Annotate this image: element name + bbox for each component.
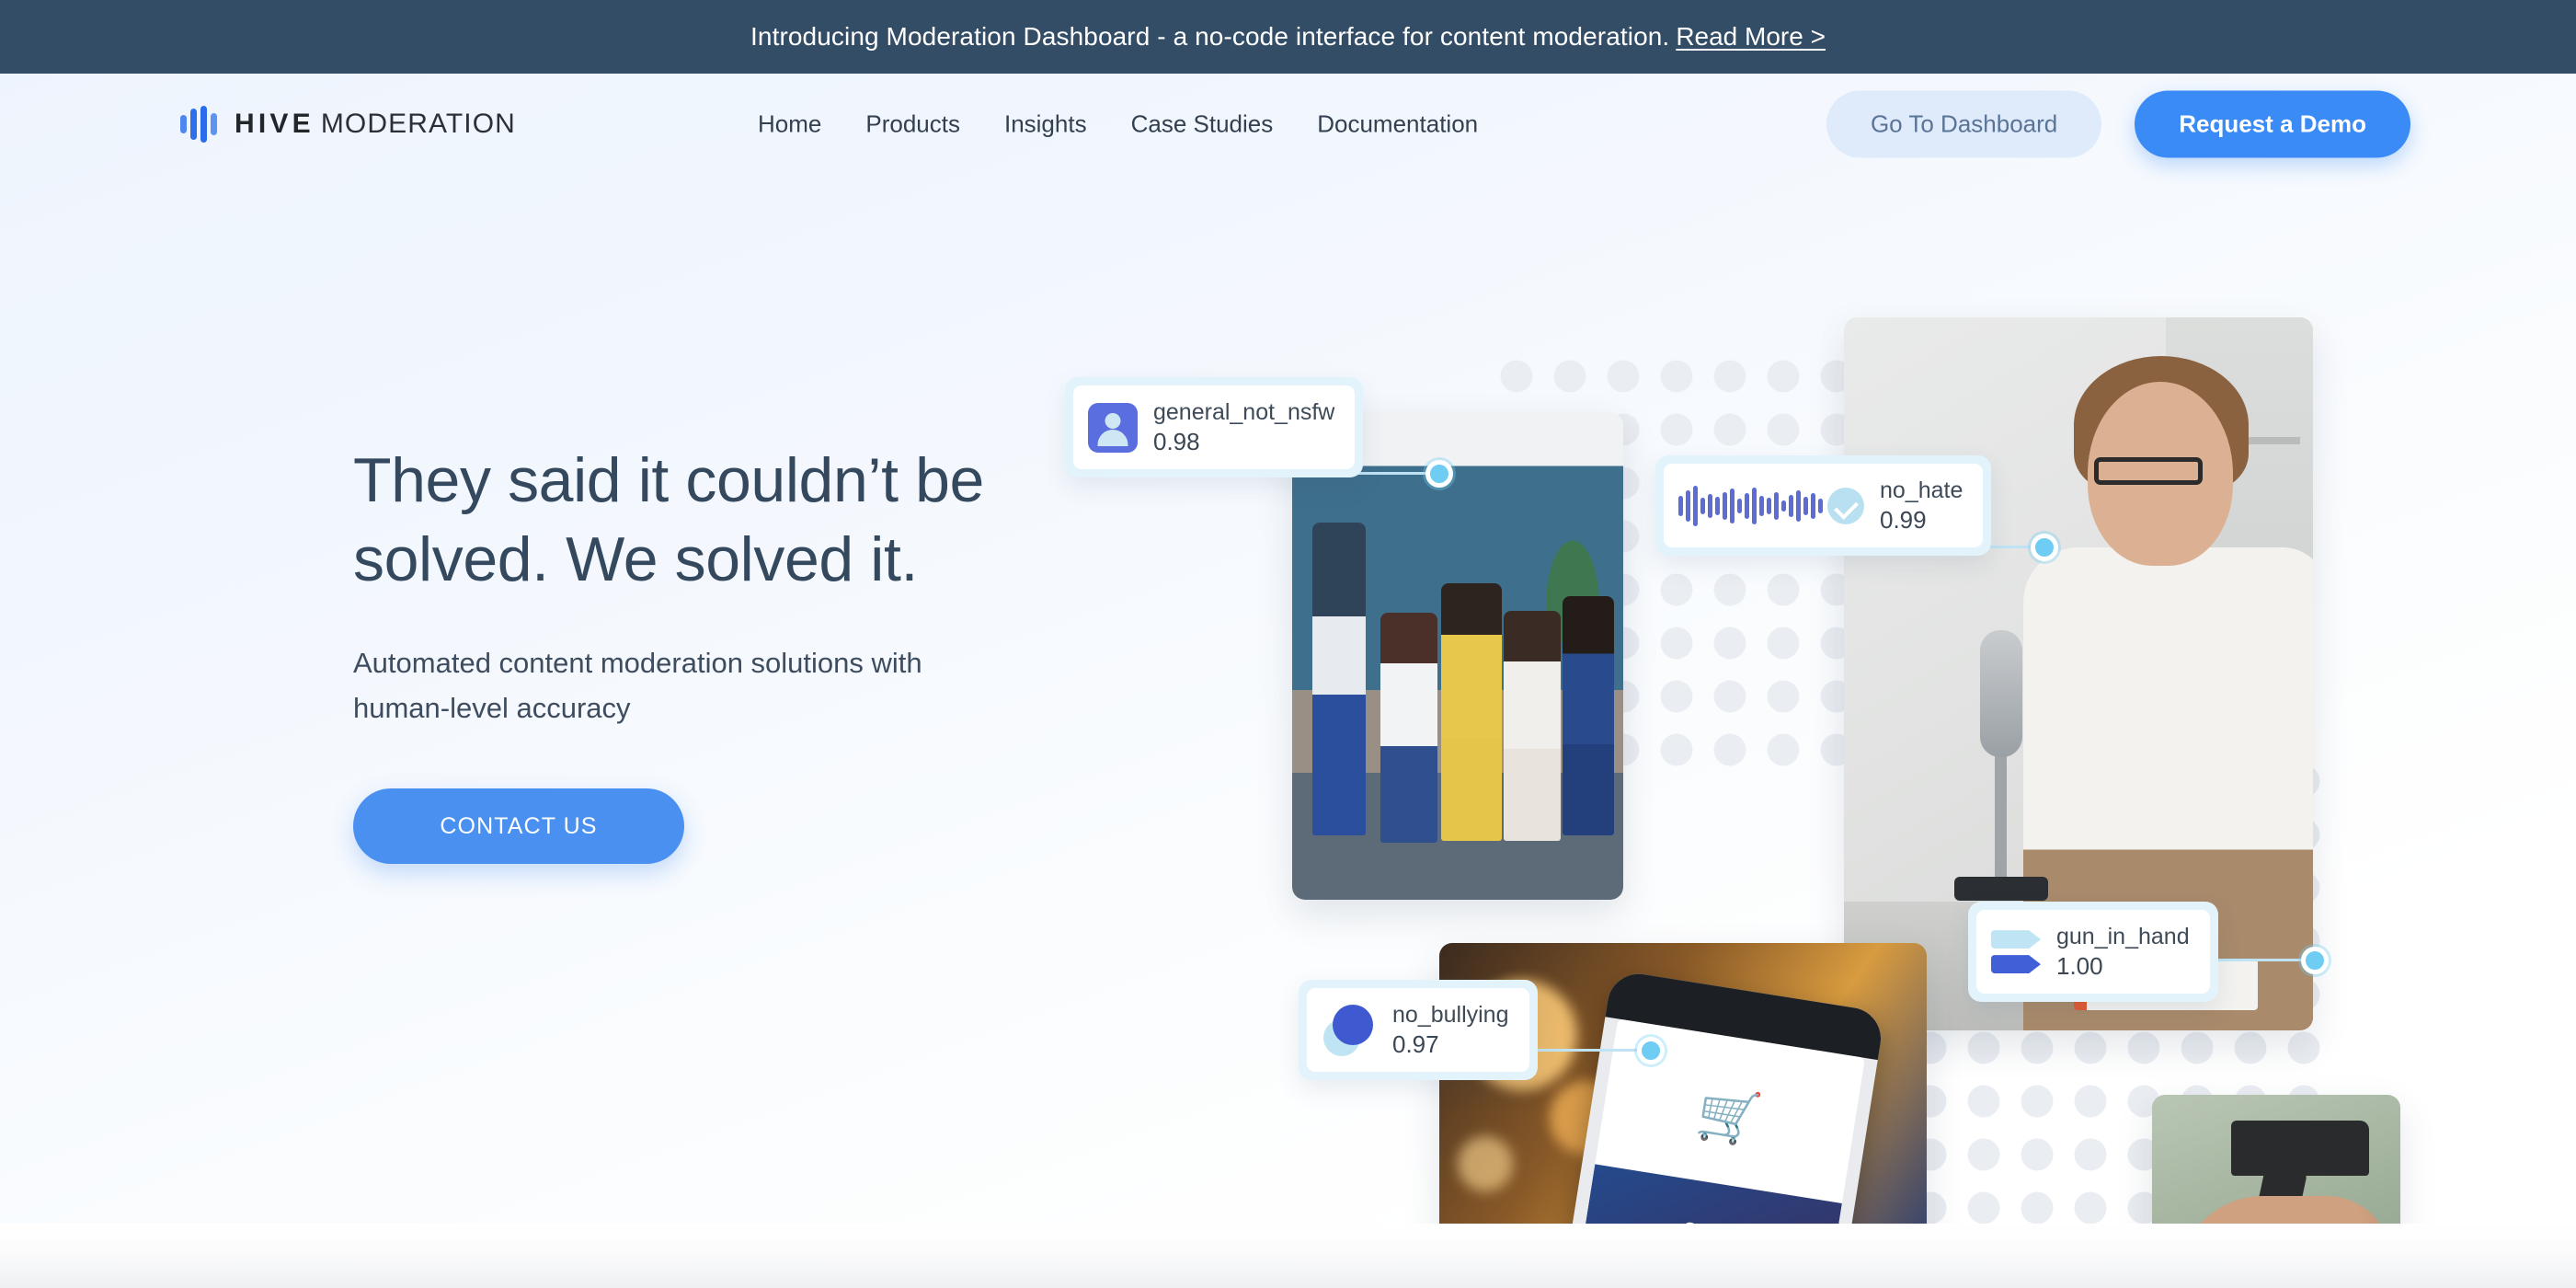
hive-bars-logo-icon [180, 106, 217, 143]
annotation-badge-no-bullying: no_bullying 0.97 [1299, 980, 1538, 1081]
annotation-label: no_bullying [1392, 1002, 1509, 1028]
contact-us-button[interactable]: CONTACT US [353, 788, 684, 865]
annotation-label: general_not_nsfw [1153, 399, 1335, 425]
hero-illustration: 🛒 SuperInterneteCommerceMarket [1058, 294, 2576, 1288]
hero-title-line-2: solved. We solved it. [353, 523, 918, 594]
target-dot [2301, 947, 2329, 974]
brand-wordmark: HIVE MODERATION [235, 109, 516, 140]
site-header: HIVE MODERATION Home Products Insights C… [0, 74, 2576, 175]
brand-name-moderation: MODERATION [320, 109, 516, 139]
annotation-score: 1.00 [2056, 952, 2103, 980]
target-dot [1425, 460, 1453, 488]
annotation-label: no_hate [1880, 477, 1963, 503]
target-dot [1637, 1037, 1665, 1064]
announcement-text: Introducing Moderation Dashboard - a no-… [750, 22, 1670, 51]
brand-logo[interactable]: HIVE MODERATION [180, 106, 516, 143]
hero-title-line-1: They said it couldn’t be [353, 445, 984, 515]
request-a-demo-button[interactable]: Request a Demo [2135, 90, 2410, 158]
header-actions: Go To Dashboard Request a Demo [1826, 90, 2410, 158]
tag-arrows-icon [1991, 930, 2041, 974]
hero-subtitle-line-2: human-level accuracy [353, 692, 631, 725]
connector-line [1525, 1049, 1654, 1052]
annotation-label: gun_in_hand [2056, 924, 2190, 949]
hero-subtitle: Automated content moderation solutions w… [353, 641, 1034, 731]
overlapping-circles-icon [1322, 1004, 1377, 1056]
target-dot [2031, 534, 2058, 561]
annotation-badge-no-hate: no_hate 0.99 [1655, 455, 1992, 557]
hero-title: They said it couldn’t be solved. We solv… [353, 442, 1052, 599]
check-circle-icon [1827, 487, 1864, 524]
annotation-badge-general-not-nsfw: general_not_nsfw 0.98 [1065, 377, 1364, 478]
main-navigation: Home Products Insights Case Studies Docu… [736, 101, 1500, 148]
brand-name-hive: HIVE [235, 109, 315, 139]
nav-item-documentation[interactable]: Documentation [1295, 101, 1500, 148]
annotation-score: 0.97 [1392, 1030, 1439, 1058]
photo-card-group-of-people [1292, 412, 1623, 900]
nav-item-home[interactable]: Home [736, 101, 843, 148]
audio-waveform-icon [1678, 485, 1823, 527]
person-avatar-icon [1088, 402, 1138, 453]
hero-section: They said it couldn’t be solved. We solv… [0, 175, 2576, 1288]
announcement-banner: Introducing Moderation Dashboard - a no-… [0, 0, 2576, 74]
read-more-link[interactable]: Read More > [1676, 22, 1826, 52]
nav-item-case-studies[interactable]: Case Studies [1109, 101, 1296, 148]
annotation-score: 0.99 [1880, 506, 1927, 534]
go-to-dashboard-button[interactable]: Go To Dashboard [1826, 90, 2102, 158]
annotation-score: 0.98 [1153, 428, 1200, 455]
nav-item-products[interactable]: Products [843, 101, 982, 148]
hero-subtitle-line-1: Automated content moderation solutions w… [353, 647, 922, 680]
landing-page: Introducing Moderation Dashboard - a no-… [0, 0, 2576, 1288]
nav-item-insights[interactable]: Insights [982, 101, 1109, 148]
next-section-edge [0, 1224, 2576, 1288]
shopping-cart-icon: 🛒 [1692, 1082, 1766, 1150]
hero-copy: They said it couldn’t be solved. We solv… [353, 442, 1052, 865]
annotation-badge-gun-in-hand: gun_in_hand 1.00 [1968, 902, 2218, 1003]
